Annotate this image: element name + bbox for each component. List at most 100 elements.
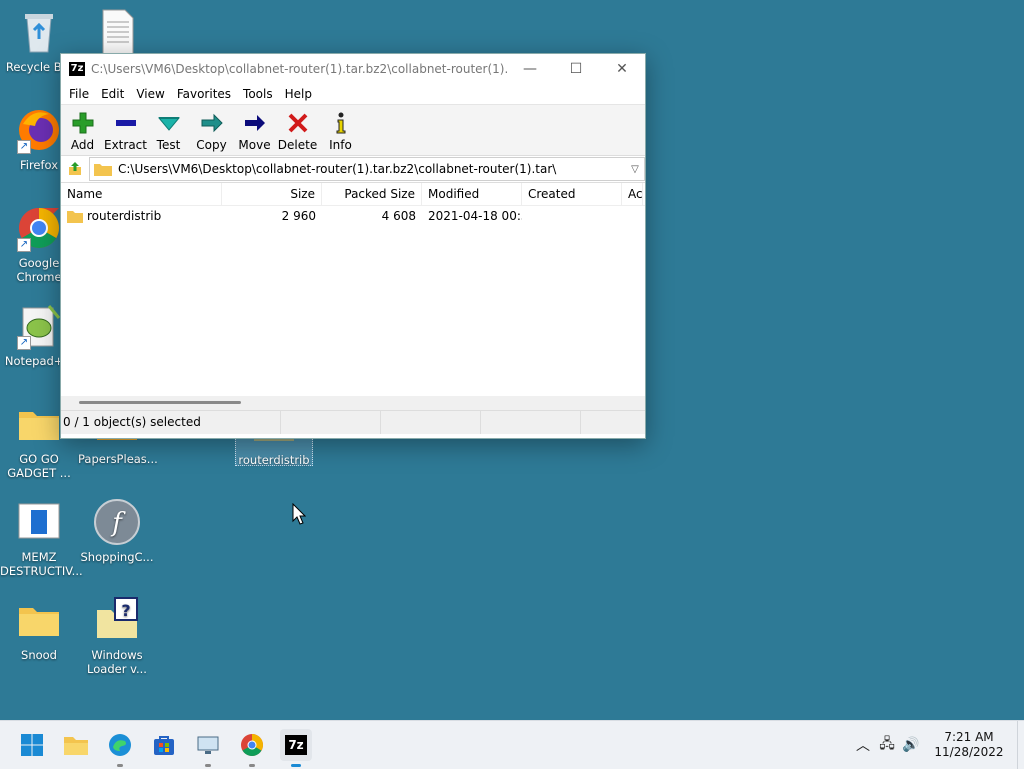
desktop-icon-snood[interactable]: Snood (0, 596, 78, 662)
x-icon (288, 113, 307, 133)
shortcut-arrow-icon: ↗ (17, 238, 31, 252)
add-button[interactable]: Add (61, 105, 104, 155)
volume-icon[interactable]: 🔊 (899, 737, 923, 753)
7zip-app-icon: 7z (69, 62, 85, 76)
maximize-button[interactable]: ☐ (553, 54, 599, 84)
info-icon (336, 112, 345, 134)
column-name[interactable]: Name (61, 183, 222, 205)
column-accessed[interactable]: Ac (622, 183, 643, 205)
firefox-icon: ↗ (15, 106, 63, 154)
taskbar-store[interactable] (148, 729, 180, 761)
menu-edit[interactable]: Edit (95, 87, 130, 101)
close-button[interactable]: ✕ (599, 54, 645, 84)
chevron-up-icon[interactable]: ︿ (851, 735, 875, 755)
running-indicator (117, 764, 123, 767)
status-cell (481, 411, 581, 434)
horizontal-scrollbar[interactable] (61, 396, 645, 410)
windows-start-icon (21, 734, 43, 756)
start-button[interactable] (16, 729, 48, 761)
list-header: Name Size Packed Size Modified Created A… (61, 183, 645, 206)
chrome-icon (241, 734, 263, 756)
address-combo[interactable]: ▽ (89, 157, 645, 181)
shortcut-arrow-icon: ↗ (17, 336, 31, 350)
address-bar: ▽ (61, 155, 645, 183)
menu-help[interactable]: Help (279, 87, 318, 101)
desktop-icon-label: MEMZ DESTRUCTIV... (0, 550, 83, 578)
desktop-icon-label: PapersPleas... (78, 452, 158, 466)
desktop-icon-label: ShoppingC... (80, 550, 154, 564)
plus-icon (72, 112, 93, 134)
folder-icon (15, 596, 63, 644)
desktop-icon-label: GO GO GADGET ... (7, 452, 71, 480)
extract-button[interactable]: Extract (104, 105, 147, 155)
column-size[interactable]: Size (222, 183, 322, 205)
minimize-icon: — (523, 61, 537, 77)
list-item[interactable]: routerdistrib 2 960 4 608 2021-04-18 00:… (61, 206, 645, 226)
running-indicator (291, 764, 301, 767)
show-desktop-button[interactable] (1017, 721, 1024, 769)
file-packed-size: 4 608 (381, 209, 416, 223)
title-bar[interactable]: 7z C:\Users\VM6\Desktop\collabnet-router… (61, 54, 645, 84)
desktop-icon-memz[interactable]: MEMZ DESTRUCTIV... (0, 498, 83, 578)
move-label: Move (238, 138, 271, 152)
move-arrow-icon (244, 115, 265, 131)
clock-date: 11/28/2022 (934, 745, 1004, 759)
menu-file[interactable]: File (63, 87, 95, 101)
file-name: routerdistrib (87, 209, 162, 223)
7zip-file-manager-window: 7z C:\Users\VM6\Desktop\collabnet-router… (60, 53, 646, 439)
move-button[interactable]: Move (233, 105, 276, 155)
delete-button[interactable]: Delete (276, 105, 319, 155)
desktop-icon-label: Snood (21, 648, 57, 662)
running-indicator (249, 764, 255, 767)
info-button[interactable]: Info (319, 105, 362, 155)
file-size: 2 960 (281, 209, 316, 223)
status-cell (381, 411, 481, 434)
folder-icon (67, 210, 83, 223)
menu-view[interactable]: View (130, 87, 170, 101)
folder-icon (15, 400, 63, 448)
maximize-icon: ☐ (569, 61, 583, 77)
memz-icon (15, 498, 63, 546)
minimize-button[interactable]: — (507, 54, 553, 84)
test-button[interactable]: Test (147, 105, 190, 155)
scrollbar-thumb[interactable] (79, 401, 241, 404)
column-modified[interactable]: Modified (422, 183, 522, 205)
notepad-plus-plus-icon: ↗ (15, 302, 63, 350)
menu-favorites[interactable]: Favorites (171, 87, 237, 101)
taskbar-remote-desktop[interactable] (192, 729, 224, 767)
check-icon (157, 117, 180, 131)
svg-text:?: ? (121, 601, 130, 620)
copy-button[interactable]: Copy (190, 105, 233, 155)
extract-label: Extract (104, 138, 147, 152)
network-icon[interactable]: 🖧 (875, 733, 899, 757)
add-label: Add (70, 138, 95, 152)
address-input[interactable] (116, 161, 626, 177)
recycle-bin-icon (15, 8, 63, 56)
taskbar: 7z ︿ 🖧 🔊 7:21 AM 11/28/2022 (0, 720, 1024, 769)
text-file-icon (93, 8, 141, 56)
desktop-icon-windows-loader[interactable]: ? Windows Loader v... (78, 596, 156, 676)
status-cell (281, 411, 381, 434)
menu-bar: File Edit View Favorites Tools Help (61, 84, 645, 104)
delete-label: Delete (277, 138, 318, 152)
folder-icon (94, 164, 112, 176)
desktop-icon-shoppingc[interactable]: f ShoppingC... (78, 498, 156, 564)
up-arrow-icon (69, 162, 81, 175)
taskbar-edge[interactable] (104, 729, 136, 767)
taskbar-chrome[interactable] (236, 729, 268, 767)
column-packed-size[interactable]: Packed Size (322, 183, 422, 205)
up-folder-button[interactable] (61, 156, 89, 182)
window-title: C:\Users\VM6\Desktop\collabnet-router(1)… (91, 62, 507, 76)
chrome-icon: ↗ (15, 204, 63, 252)
menu-tools[interactable]: Tools (237, 87, 279, 101)
status-bar: 0 / 1 object(s) selected (61, 410, 645, 434)
system-tray: ︿ 🖧 🔊 7:21 AM 11/28/2022 (851, 721, 1024, 769)
file-list[interactable]: routerdistrib 2 960 4 608 2021-04-18 00:… (61, 206, 645, 396)
column-created[interactable]: Created (522, 183, 622, 205)
desktop-icon-label: routerdistrib (238, 453, 310, 467)
taskbar-file-explorer[interactable] (60, 729, 92, 761)
clock[interactable]: 7:21 AM 11/28/2022 (929, 730, 1009, 760)
chevron-down-icon[interactable]: ▽ (626, 164, 644, 175)
taskbar-7zip[interactable]: 7z (280, 729, 312, 767)
close-icon: ✕ (616, 61, 628, 77)
